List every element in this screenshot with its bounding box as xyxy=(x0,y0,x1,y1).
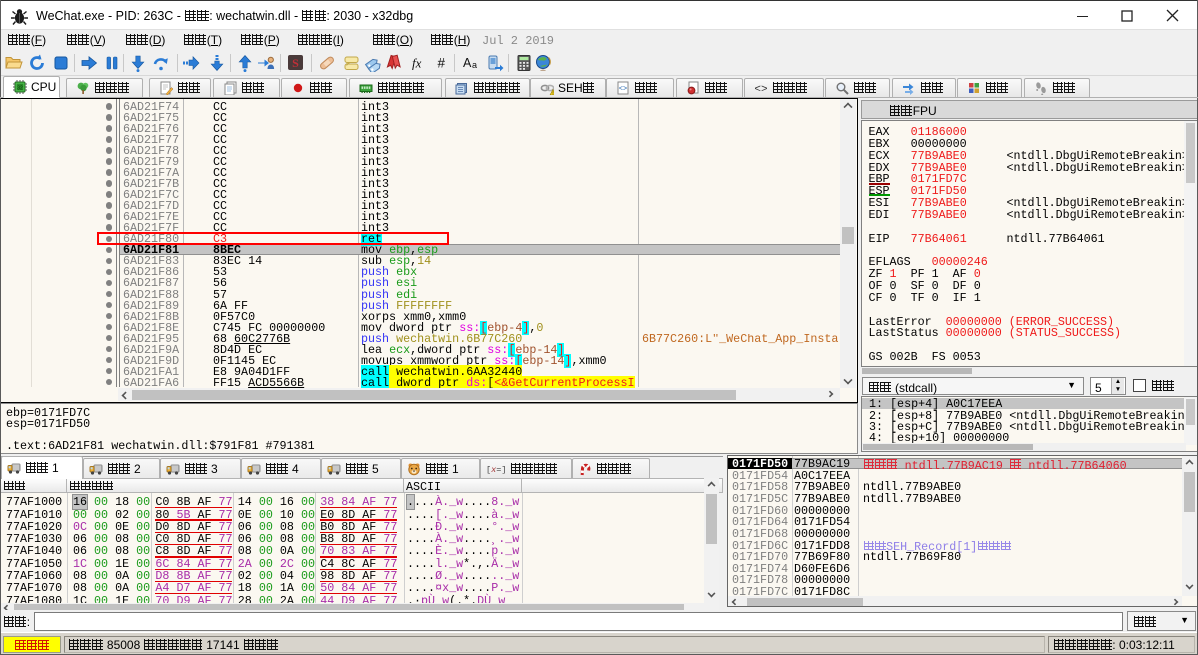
svg-text:fx: fx xyxy=(412,56,422,71)
svg-text:S: S xyxy=(292,56,299,70)
svg-text:32: 32 xyxy=(17,86,23,92)
svg-text:#: # xyxy=(438,56,446,71)
svg-text:A: A xyxy=(463,56,472,70)
svg-text:<>: <> xyxy=(754,84,767,95)
svg-text:[x=]: [x=] xyxy=(486,465,506,475)
svg-text:!: ! xyxy=(552,90,553,95)
svg-text:<>: <> xyxy=(619,86,627,94)
svg-text:a: a xyxy=(472,60,477,70)
